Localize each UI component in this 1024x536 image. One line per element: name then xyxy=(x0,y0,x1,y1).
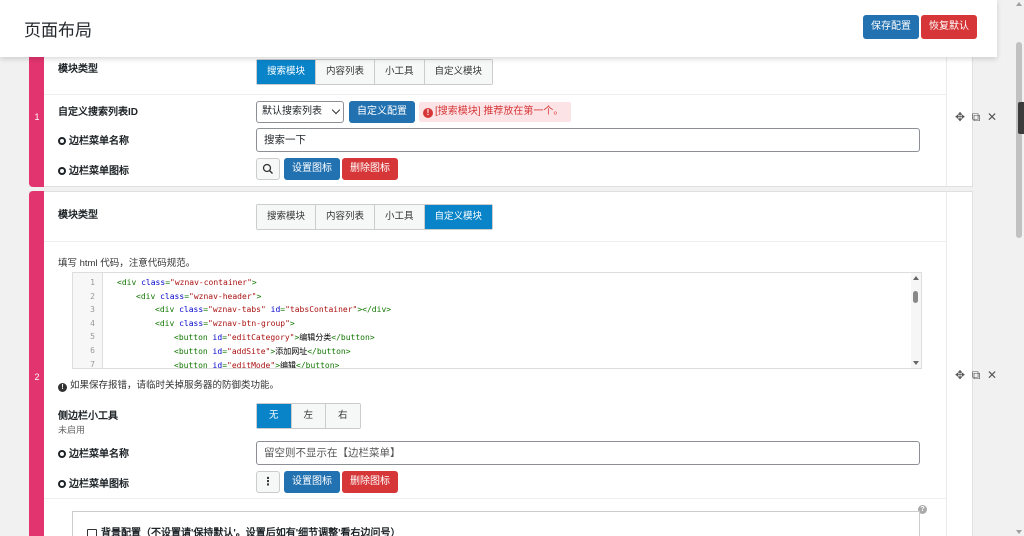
restore-default-button[interactable]: 恢复默认 xyxy=(921,15,977,39)
scroll-up-icon[interactable] xyxy=(913,276,919,280)
code-line: <button id="editCategory">编辑分类</button> xyxy=(174,333,375,343)
type-option-content-list[interactable]: 内容列表 xyxy=(316,60,376,84)
code-line: <div class="wznav-btn-group"> xyxy=(155,318,295,328)
page-title: 页面布局 xyxy=(24,21,92,40)
delete-icon-button[interactable]: 删除图标 xyxy=(342,471,398,493)
module-type-row: 模块类型 搜索模块 内容列表 小工具 自定义模块 xyxy=(44,192,947,240)
code-line-number: 2 xyxy=(90,291,95,301)
notice-text: [搜索模块] 推荐放在第一个。 xyxy=(435,106,564,117)
menu-name-label: 边栏菜单名称 xyxy=(58,445,129,460)
code-line: <div class="wznav-container"> xyxy=(117,278,257,287)
html-code-editor[interactable]: 1 <div class="wznav-container"> 2 <div clas… xyxy=(72,272,922,369)
move-icon[interactable]: ✥ xyxy=(952,368,968,382)
background-config-section: ? 背景配置（不设置请'保持默认'。设置后如有'细节调整'看右边问号） xyxy=(44,498,947,536)
exclamation-icon: ! xyxy=(423,108,433,118)
html-hint: 填写 html 代码，注意代码规范。 xyxy=(58,258,196,269)
type-option-custom[interactable]: 自定义模块 xyxy=(424,60,493,84)
code-line-number: 4 xyxy=(90,318,95,328)
copy-icon[interactable]: ⧉ xyxy=(968,368,984,383)
set-icon-button[interactable]: 设置图标 xyxy=(284,158,340,180)
search-icon[interactable] xyxy=(256,158,280,180)
code-line: <button id="addSite">添加网址</button> xyxy=(174,347,351,356)
vertical-dots-icon[interactable]: ⋮ xyxy=(256,471,280,493)
circle-icon xyxy=(58,167,66,175)
module-number: 2 xyxy=(34,372,40,382)
code-line-number: 6 xyxy=(90,346,95,355)
type-option-widget[interactable]: 小工具 xyxy=(375,60,425,84)
save-error-info: ! 如果保存报错，请临时关掉服务器的防御类功能。 xyxy=(58,377,279,392)
menu-icon-label: 边栏菜单图标 xyxy=(58,475,129,490)
set-icon-button[interactable]: 设置图标 xyxy=(284,471,340,493)
type-option-search[interactable]: 搜索模块 xyxy=(257,60,317,84)
type-option-content-list[interactable]: 内容列表 xyxy=(316,205,376,229)
code-scrollbar[interactable] xyxy=(911,273,921,368)
widget-option-left[interactable]: 左 xyxy=(291,404,327,428)
sidebar-widget-status: 未启用 xyxy=(58,425,86,435)
type-option-widget[interactable]: 小工具 xyxy=(375,205,425,229)
search-list-label: 自定义搜索列表ID xyxy=(58,107,138,118)
circle-icon xyxy=(58,137,66,145)
module-number: 1 xyxy=(34,112,40,122)
code-line: <div class="wznav-header"> xyxy=(136,291,262,301)
close-icon[interactable]: ✕ xyxy=(984,368,1000,382)
module-body: 模块类型 搜索模块 内容列表 小工具 自定义模块 自定义搜索列表ID 默认搜索列… xyxy=(44,46,947,186)
code-line-number: 1 xyxy=(90,278,95,287)
scroll-down-icon[interactable] xyxy=(913,361,919,365)
type-option-custom[interactable]: 自定义模块 xyxy=(424,205,493,229)
scroll-down-icon[interactable] xyxy=(1016,530,1022,534)
widget-option-right[interactable]: 右 xyxy=(326,404,360,428)
search-module-notice: ! [搜索模块] 推荐放在第一个。 xyxy=(419,102,572,122)
menu-name-input[interactable]: 留空则不显示在【边栏菜单】 xyxy=(256,441,920,465)
menu-icon-label: 边栏菜单图标 xyxy=(58,162,129,177)
circle-icon xyxy=(58,480,66,488)
sidebar-widget-label: 侧边栏小工具 xyxy=(58,411,118,422)
delete-icon-button[interactable]: 删除图标 xyxy=(342,158,398,180)
menu-name-label: 边栏菜单名称 xyxy=(58,132,129,147)
search-list-select[interactable]: 默认搜索列表 xyxy=(256,101,344,123)
circle-icon xyxy=(58,450,66,458)
close-icon[interactable]: ✕ xyxy=(984,110,1000,124)
layout-module-2: 2 模块类型 搜索模块 内容列表 小工具 自定义模块 填写 html 代码，注意… xyxy=(29,191,997,536)
menu-name-input[interactable]: 搜索一下 xyxy=(256,128,920,152)
module-settings: 填写 html 代码，注意代码规范。 1 <div class="wznav-co… xyxy=(44,241,947,501)
module-settings: 自定义搜索列表ID 默认搜索列表 自定义配置 ! [搜索模块] 推荐放在第一个。 … xyxy=(44,94,947,188)
chevron-down-icon xyxy=(331,105,341,115)
module-stripe xyxy=(29,191,44,536)
module-actions: ✥ ⧉ ✕ xyxy=(952,368,1000,383)
side-tab-handle[interactable] xyxy=(1018,102,1024,134)
code-line-number: 7 xyxy=(90,359,95,369)
module-type-label: 模块类型 xyxy=(58,64,98,75)
move-icon[interactable]: ✥ xyxy=(952,110,968,124)
code-line-number: 5 xyxy=(90,332,95,342)
background-config-title[interactable]: 背景配置（不设置请'保持默认'。设置后如有'细节调整'看右边问号） xyxy=(87,524,401,536)
scroll-thumb[interactable] xyxy=(1016,42,1022,238)
background-config-box: 背景配置（不设置请'保持默认'。设置后如有'细节调整'看右边问号） xyxy=(72,511,920,536)
layout-module-1: 1 模块类型 搜索模块 内容列表 小工具 自定义模块 自定义搜索列表ID 默认搜… xyxy=(29,45,997,187)
image-icon xyxy=(87,529,97,536)
code-line-number: 3 xyxy=(90,305,95,315)
module-actions: ✥ ⧉ ✕ xyxy=(952,110,1000,125)
code-line: <div class="wznav-tabs" id="tabsContaine… xyxy=(155,305,392,315)
module-type-label: 模块类型 xyxy=(58,210,98,221)
save-config-button[interactable]: 保存配置 xyxy=(863,15,919,39)
info-icon: ! xyxy=(58,383,67,392)
type-option-search[interactable]: 搜索模块 xyxy=(257,205,317,229)
module-body: 模块类型 搜索模块 内容列表 小工具 自定义模块 填写 html 代码，注意代码… xyxy=(44,192,947,536)
module-type-selector: 搜索模块 内容列表 小工具 自定义模块 xyxy=(256,204,494,230)
sidebar-widget-selector: 无 左 右 xyxy=(256,403,361,429)
module-type-selector: 搜索模块 内容列表 小工具 自定义模块 xyxy=(256,59,494,85)
page-header: 页面布局 保存配置 恢复默认 xyxy=(0,0,997,57)
copy-icon[interactable]: ⧉ xyxy=(968,110,984,125)
code-line: <button id="editMode">编辑</button> xyxy=(174,360,340,369)
scroll-up-icon[interactable] xyxy=(1016,2,1022,6)
page-scrollbar[interactable] xyxy=(1014,0,1024,536)
scroll-thumb[interactable] xyxy=(913,291,918,303)
search-list-value: 默认搜索列表 xyxy=(262,106,322,117)
widget-option-none[interactable]: 无 xyxy=(257,404,292,428)
custom-config-button[interactable]: 自定义配置 xyxy=(349,101,415,123)
